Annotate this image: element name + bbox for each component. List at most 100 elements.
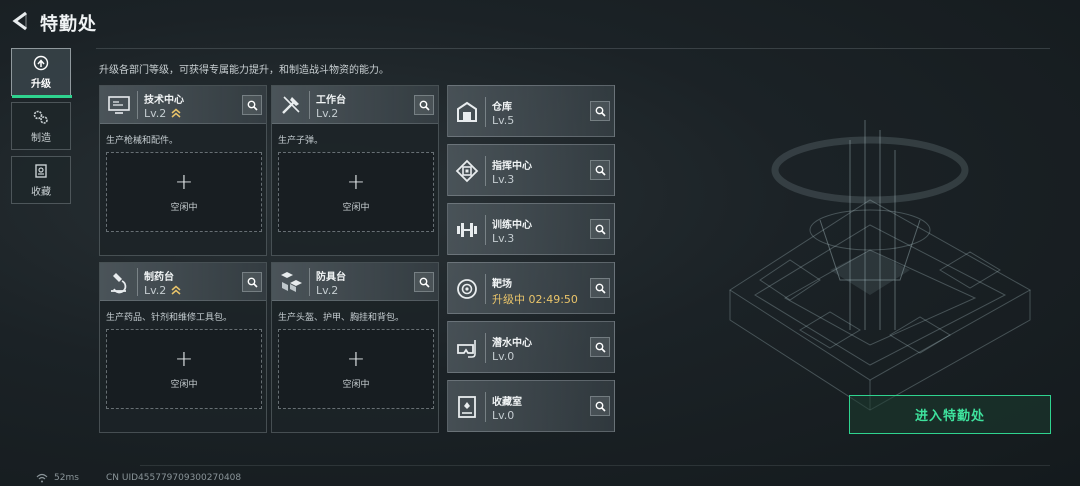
sidebar-item-collection[interactable]: 收藏 xyxy=(11,156,71,204)
page-subtitle: 升级各部门等级，可获得专属能力提升，和制造战斗物资的能力。 xyxy=(99,65,389,76)
dept-level: Lv.2 xyxy=(316,284,339,297)
upgrade-icon xyxy=(33,55,49,70)
wifi-icon xyxy=(36,473,48,483)
idle-slot-label: 空闲中 xyxy=(170,379,198,390)
footer-divider xyxy=(140,465,1050,466)
search-icon xyxy=(595,106,606,117)
sidebar-item-upgrade[interactable]: 升级 xyxy=(11,48,72,98)
enter-button[interactable]: 进入特勤处 xyxy=(849,395,1051,434)
facility-divider xyxy=(485,392,486,422)
search-icon xyxy=(247,277,258,288)
monitor-icon xyxy=(108,96,130,114)
facility-card-collection-room[interactable]: 收藏室 Lv.0 xyxy=(447,380,615,432)
diving-mask-icon xyxy=(457,340,476,358)
sidebar-item-label: 制造 xyxy=(31,132,51,144)
target-icon xyxy=(457,279,477,299)
dept-card-header: 工作台 Lv.2 xyxy=(272,86,438,124)
inspect-button[interactable] xyxy=(590,278,610,298)
user-uid: CN UID455779709300270408 xyxy=(106,473,242,483)
plus-icon: + xyxy=(174,169,194,195)
inspect-button[interactable] xyxy=(590,101,610,121)
gears-icon xyxy=(33,110,48,124)
search-icon xyxy=(595,401,606,412)
dept-card-pharmacy[interactable]: 制药台 Lv.2 生产药品、针剂和维修工具包。 + 空闲中 xyxy=(99,262,267,433)
idle-slot[interactable]: + 空闲中 xyxy=(106,329,262,409)
chip-icon xyxy=(455,159,479,183)
inspect-button[interactable] xyxy=(242,95,262,115)
dept-level: Lv.2 xyxy=(144,284,167,297)
facility-divider xyxy=(485,97,486,127)
dept-description: 生产子弹。 xyxy=(278,136,324,146)
facility-card-command-center[interactable]: 指挥中心 Lv.3 xyxy=(447,144,615,196)
dept-divider xyxy=(137,91,138,119)
facility-name: 靶场 xyxy=(492,279,512,290)
dept-card-header: 制药台 Lv.2 xyxy=(100,263,266,301)
network-ping: 52ms xyxy=(54,473,79,483)
facility-divider xyxy=(485,215,486,245)
inspect-button[interactable] xyxy=(242,272,262,292)
dept-name: 制药台 xyxy=(144,272,174,283)
upgrade-available-icon xyxy=(171,108,181,118)
idle-slot[interactable]: + 空闲中 xyxy=(106,152,262,232)
inspect-button[interactable] xyxy=(590,396,610,416)
search-icon xyxy=(247,100,258,111)
plus-icon: + xyxy=(346,169,366,195)
facility-name: 指挥中心 xyxy=(492,161,532,172)
inspect-button[interactable] xyxy=(414,95,434,115)
idle-slot[interactable]: + 空闲中 xyxy=(278,152,434,232)
dept-description: 生产枪械和配件。 xyxy=(106,136,179,146)
dept-divider xyxy=(137,268,138,296)
facility-card-warehouse[interactable]: 仓库 Lv.5 xyxy=(447,85,615,137)
search-icon xyxy=(595,224,606,235)
facility-level: Lv.5 xyxy=(492,114,515,127)
facility-name: 潜水中心 xyxy=(492,338,532,349)
upgrade-available-icon xyxy=(171,285,181,295)
dept-description: 生产药品、针剂和维修工具包。 xyxy=(106,313,233,323)
dept-divider xyxy=(309,268,310,296)
search-icon xyxy=(419,277,430,288)
facility-upgrade-timer: 升级中 02:49:50 xyxy=(492,293,578,306)
facility-level: Lv.3 xyxy=(492,173,515,186)
sidebar-item-label: 升级 xyxy=(31,78,51,90)
dept-divider xyxy=(309,91,310,119)
dept-card-workbench[interactable]: 工作台 Lv.2 生产子弹。 + 空闲中 xyxy=(271,85,439,256)
sidebar-item-label: 收藏 xyxy=(31,186,51,198)
plus-icon: + xyxy=(174,346,194,372)
idle-slot[interactable]: + 空闲中 xyxy=(278,329,434,409)
facility-name: 收藏室 xyxy=(492,397,522,408)
facility-divider xyxy=(485,156,486,186)
dept-card-armor-bench[interactable]: 防具台 Lv.2 生产头盔、护甲、胸挂和背包。 + 空闲中 xyxy=(271,262,439,433)
tools-icon xyxy=(282,96,300,114)
sidebar-item-craft[interactable]: 制造 xyxy=(11,102,71,150)
microscope-icon xyxy=(111,273,127,294)
dept-card-tech-center[interactable]: 技术中心 Lv.2 生产枪械和配件。 + 空闲中 xyxy=(99,85,267,256)
facility-divider xyxy=(485,333,486,363)
collection-icon xyxy=(35,163,47,178)
dept-level: Lv.2 xyxy=(144,107,167,120)
hologram-base-illustration xyxy=(729,120,1032,411)
facility-card-diving-center[interactable]: 潜水中心 Lv.0 xyxy=(447,321,615,373)
boxes-icon xyxy=(281,272,302,292)
search-icon xyxy=(419,100,430,111)
facility-card-training-center[interactable]: 训练中心 Lv.3 xyxy=(447,203,615,255)
dept-name: 工作台 xyxy=(316,95,346,106)
inspect-button[interactable] xyxy=(414,272,434,292)
dept-name: 防具台 xyxy=(316,272,346,283)
dumbbell-icon xyxy=(457,223,477,237)
inspect-button[interactable] xyxy=(590,219,610,239)
inspect-button[interactable] xyxy=(590,160,610,180)
inspect-button[interactable] xyxy=(590,337,610,357)
facility-level: Lv.0 xyxy=(492,409,515,422)
search-icon xyxy=(595,342,606,353)
idle-slot-label: 空闲中 xyxy=(342,202,370,213)
dept-name: 技术中心 xyxy=(144,95,184,106)
search-icon xyxy=(595,165,606,176)
facility-divider xyxy=(485,274,486,304)
back-arrow-icon[interactable] xyxy=(10,10,32,32)
idle-slot-label: 空闲中 xyxy=(170,202,198,213)
plus-icon: + xyxy=(346,346,366,372)
page-title: 特勤处 xyxy=(40,14,97,35)
dept-card-header: 技术中心 Lv.2 xyxy=(100,86,266,124)
facility-card-shooting-range[interactable]: 靶场 升级中 02:49:50 xyxy=(447,262,615,314)
dept-level: Lv.2 xyxy=(316,107,339,120)
